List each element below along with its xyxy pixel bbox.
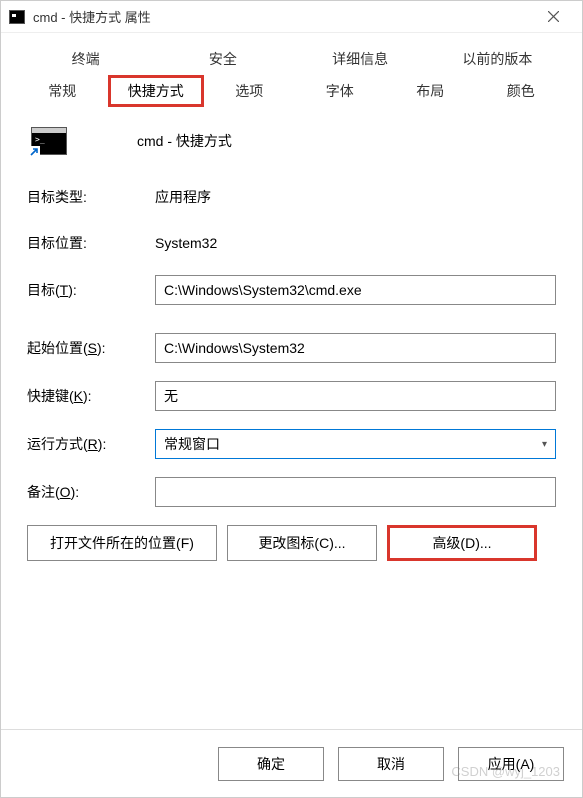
comment-input[interactable] xyxy=(155,477,556,507)
titlebar: cmd - 快捷方式 属性 xyxy=(1,1,582,33)
target-location-row: 目标位置: System32 xyxy=(27,229,556,257)
dialog-content: 终端 安全 详细信息 以前的版本 常规 快捷方式 选项 字体 布局 颜色 cmd… xyxy=(1,33,582,729)
window-title: cmd - 快捷方式 属性 xyxy=(33,7,532,26)
target-location-label: 目标位置: xyxy=(27,233,155,253)
start-in-row: 起始位置(S): xyxy=(27,333,556,363)
shortcut-key-input[interactable] xyxy=(155,381,556,411)
run-label: 运行方式(R): xyxy=(27,434,155,454)
tab-colors[interactable]: 颜色 xyxy=(476,75,567,107)
run-value: 常规窗口 xyxy=(164,434,220,454)
shortcut-header: cmd - 快捷方式 xyxy=(27,127,556,155)
tab-terminal[interactable]: 终端 xyxy=(17,43,154,75)
start-in-label: 起始位置(S): xyxy=(27,338,155,358)
chevron-down-icon: ▾ xyxy=(542,439,547,450)
shortcut-overlay-icon xyxy=(28,146,40,158)
close-icon xyxy=(548,11,559,22)
advanced-button[interactable]: 高级(D)... xyxy=(387,525,537,561)
target-input[interactable] xyxy=(155,275,556,305)
ok-button[interactable]: 确定 xyxy=(218,747,324,781)
target-location-value: System32 xyxy=(155,235,217,251)
change-icon-button[interactable]: 更改图标(C)... xyxy=(227,525,377,561)
comment-label: 备注(O): xyxy=(27,482,155,502)
tab-previous-versions[interactable]: 以前的版本 xyxy=(429,43,566,75)
cmd-icon xyxy=(9,10,25,24)
properties-dialog: cmd - 快捷方式 属性 终端 安全 详细信息 以前的版本 常规 快捷方式 选… xyxy=(0,0,583,798)
run-select[interactable]: 常规窗口 ▾ xyxy=(155,429,556,459)
target-label: 目标(T): xyxy=(27,280,155,300)
target-type-row: 目标类型: 应用程序 xyxy=(27,183,556,211)
apply-button[interactable]: 应用(A) xyxy=(458,747,564,781)
tab-layout[interactable]: 布局 xyxy=(385,75,476,107)
shortcut-tab-body: cmd - 快捷方式 目标类型: 应用程序 目标位置: System32 目标(… xyxy=(17,107,566,729)
tab-security[interactable]: 安全 xyxy=(154,43,291,75)
start-in-input[interactable] xyxy=(155,333,556,363)
dialog-footer: 确定 取消 应用(A) CSDN @wyj_1203 xyxy=(1,729,582,797)
open-file-location-button[interactable]: 打开文件所在的位置(F) xyxy=(27,525,217,561)
cancel-button[interactable]: 取消 xyxy=(338,747,444,781)
tab-shortcut[interactable]: 快捷方式 xyxy=(108,75,205,107)
tab-details[interactable]: 详细信息 xyxy=(292,43,429,75)
shortcut-name: cmd - 快捷方式 xyxy=(137,131,232,151)
target-type-label: 目标类型: xyxy=(27,187,155,207)
tabs-row-2: 常规 快捷方式 选项 字体 布局 颜色 xyxy=(17,75,566,107)
tab-general[interactable]: 常规 xyxy=(17,75,108,107)
action-buttons-row: 打开文件所在的位置(F) 更改图标(C)... 高级(D)... xyxy=(27,525,556,561)
target-type-value: 应用程序 xyxy=(155,187,211,207)
shortcut-key-row: 快捷键(K): xyxy=(27,381,556,411)
shortcut-icon xyxy=(31,127,67,155)
tab-font[interactable]: 字体 xyxy=(295,75,386,107)
run-row: 运行方式(R): 常规窗口 ▾ xyxy=(27,429,556,459)
shortcut-key-label: 快捷键(K): xyxy=(27,386,155,406)
tab-options[interactable]: 选项 xyxy=(204,75,295,107)
close-button[interactable] xyxy=(532,3,574,31)
tabs-row-1: 终端 安全 详细信息 以前的版本 xyxy=(17,43,566,75)
comment-row: 备注(O): xyxy=(27,477,556,507)
target-row: 目标(T): xyxy=(27,275,556,305)
